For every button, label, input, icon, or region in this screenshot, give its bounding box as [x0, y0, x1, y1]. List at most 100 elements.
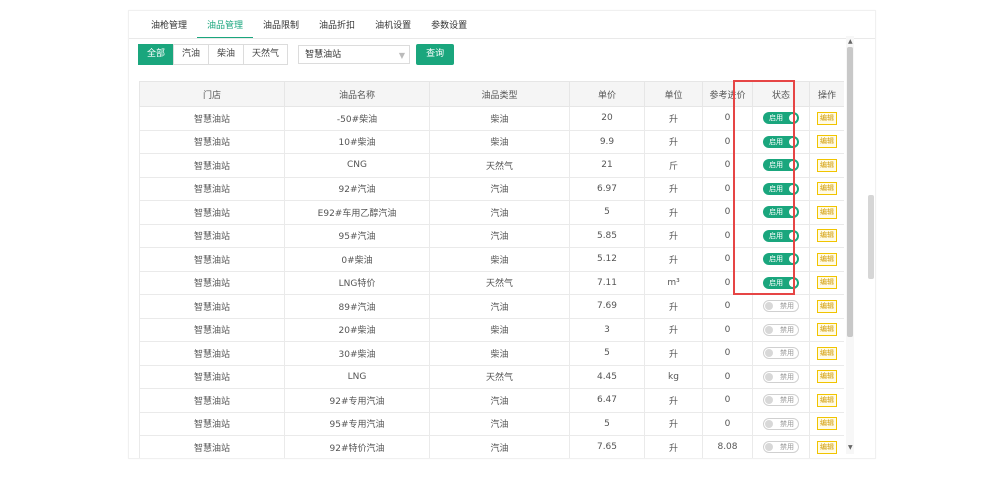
main-panel: 油枪管理 油品管理 油品限制 油品折扣 油机设置 参数设置 全部 汽油 柴油 天然气 智慧油站 … [128, 10, 876, 459]
status-toggle[interactable]: 启用 [763, 182, 799, 195]
filter-button-0[interactable]: 全部 [138, 44, 175, 65]
column-header: 操作 [809, 81, 844, 107]
status-toggle[interactable]: 启用 [763, 112, 799, 125]
cell-store: 智慧油站 [139, 388, 285, 413]
status-toggle[interactable]: 启用 [763, 135, 799, 148]
table-row: 智慧油站 92#特价汽油 汽油 7.65 升 8.08 禁用 编辑 [139, 435, 844, 458]
toggle-knob [765, 325, 773, 334]
edit-button[interactable]: 编辑 [817, 417, 837, 431]
cell-ref: 0 [702, 247, 753, 272]
cell-actions: 编辑 [809, 317, 844, 342]
status-toggle[interactable]: 禁用 [763, 300, 799, 313]
tab-1[interactable]: 油品管理 [197, 15, 254, 39]
edit-button[interactable]: 编辑 [817, 229, 837, 243]
edit-button[interactable]: 编辑 [817, 205, 837, 219]
cell-status: 禁用 [752, 364, 810, 389]
status-toggle[interactable]: 启用 [763, 276, 799, 289]
cell-actions: 编辑 [809, 270, 844, 295]
edit-button[interactable]: 编辑 [817, 252, 837, 266]
table-row: 智慧油站 LNG 天然气 4.45 kg 0 禁用 编辑 [139, 364, 844, 389]
status-toggle-label: 启用 [769, 161, 783, 170]
edit-button[interactable]: 编辑 [817, 111, 837, 125]
tab-5[interactable]: 参数设置 [421, 15, 477, 37]
cell-actions: 编辑 [809, 223, 844, 248]
filter-button-1[interactable]: 汽油 [173, 44, 210, 65]
tab-0[interactable]: 油枪管理 [141, 15, 197, 37]
edit-button[interactable]: 编辑 [817, 299, 837, 313]
cell-actions: 编辑 [809, 153, 844, 178]
status-toggle-label: 禁用 [780, 349, 794, 358]
tab-2[interactable]: 油品限制 [253, 15, 309, 37]
cell-unit: 升 [644, 411, 703, 436]
status-toggle[interactable]: 启用 [763, 206, 799, 219]
edit-button[interactable]: 编辑 [817, 440, 837, 454]
status-toggle[interactable]: 禁用 [763, 347, 799, 360]
edit-button[interactable]: 编辑 [817, 158, 837, 172]
cell-name: 92#特价汽油 [284, 435, 430, 458]
cell-type: 汽油 [429, 176, 570, 201]
cell-status: 启用 [752, 247, 810, 272]
column-header: 单价 [569, 81, 645, 107]
cell-name: 92#汽油 [284, 176, 430, 201]
table-row: 智慧油站 89#汽油 汽油 7.69 升 0 禁用 编辑 [139, 294, 844, 319]
scroll-up-icon[interactable]: ▲ [848, 38, 853, 45]
status-toggle-label: 启用 [769, 278, 783, 287]
cell-type: 汽油 [429, 200, 570, 225]
edit-button[interactable]: 编辑 [817, 135, 837, 149]
column-header: 门店 [139, 81, 285, 107]
edit-button[interactable]: 编辑 [817, 182, 837, 196]
tab-4[interactable]: 油机设置 [365, 15, 421, 37]
scrollbar-thumb[interactable] [847, 47, 853, 337]
cell-price: 9.9 [569, 129, 645, 154]
status-toggle[interactable]: 启用 [763, 253, 799, 266]
cell-actions: 编辑 [809, 247, 844, 272]
cell-actions: 编辑 [809, 411, 844, 436]
edit-button[interactable]: 编辑 [817, 346, 837, 360]
table-header: 门店 油品名称 油品类型 单价 单位 参考进价 状态 操作 [139, 81, 844, 107]
toggle-knob [765, 302, 773, 311]
tab-3[interactable]: 油品折扣 [309, 15, 365, 37]
edit-button[interactable]: 编辑 [817, 323, 837, 337]
status-toggle[interactable]: 禁用 [763, 323, 799, 336]
station-select[interactable]: 智慧油站 ▼ [298, 45, 411, 64]
cell-unit: 升 [644, 200, 703, 225]
filter-button-2[interactable]: 柴油 [208, 44, 245, 65]
status-toggle-label: 禁用 [780, 396, 794, 405]
table-row: 智慧油站 95#汽油 汽油 5.85 升 0 启用 编辑 [139, 223, 844, 248]
side-edge-handle[interactable] [868, 195, 874, 279]
status-toggle[interactable]: 启用 [763, 159, 799, 172]
status-toggle[interactable]: 禁用 [763, 370, 799, 383]
scroll-down-icon[interactable]: ▼ [848, 444, 853, 451]
table-row: 智慧油站 0#柴油 柴油 5.12 升 0 启用 编辑 [139, 247, 844, 272]
toggle-knob [789, 137, 797, 146]
cell-unit: 升 [644, 176, 703, 201]
cell-status: 禁用 [752, 435, 810, 458]
toggle-knob [789, 231, 797, 240]
status-toggle-label: 启用 [769, 231, 783, 240]
cell-type: 汽油 [429, 411, 570, 436]
cell-type: 柴油 [429, 341, 570, 366]
table-row: 智慧油站 92#汽油 汽油 6.97 升 0 启用 编辑 [139, 176, 844, 201]
filter-bar: 全部 汽油 柴油 天然气 智慧油站 ▼ 查询 [138, 44, 455, 65]
cell-name: LNG特价 [284, 270, 430, 295]
toggle-knob [765, 419, 773, 428]
cell-name: LNG [284, 364, 430, 389]
status-toggle[interactable]: 启用 [763, 229, 799, 242]
cell-store: 智慧油站 [139, 364, 285, 389]
status-toggle-label: 启用 [769, 208, 783, 217]
status-toggle[interactable]: 禁用 [763, 394, 799, 407]
cell-status: 启用 [752, 106, 810, 131]
cell-status: 禁用 [752, 411, 810, 436]
edit-button[interactable]: 编辑 [817, 393, 837, 407]
edit-button[interactable]: 编辑 [817, 370, 837, 384]
cell-store: 智慧油站 [139, 341, 285, 366]
cell-ref: 0 [702, 270, 753, 295]
column-header: 油品名称 [284, 81, 430, 107]
filter-button-3[interactable]: 天然气 [243, 44, 289, 65]
status-toggle-label: 启用 [769, 137, 783, 146]
cell-store: 智慧油站 [139, 223, 285, 248]
edit-button[interactable]: 编辑 [817, 276, 837, 290]
status-toggle[interactable]: 禁用 [763, 417, 799, 430]
query-button[interactable]: 查询 [416, 44, 455, 65]
status-toggle[interactable]: 禁用 [763, 441, 799, 454]
